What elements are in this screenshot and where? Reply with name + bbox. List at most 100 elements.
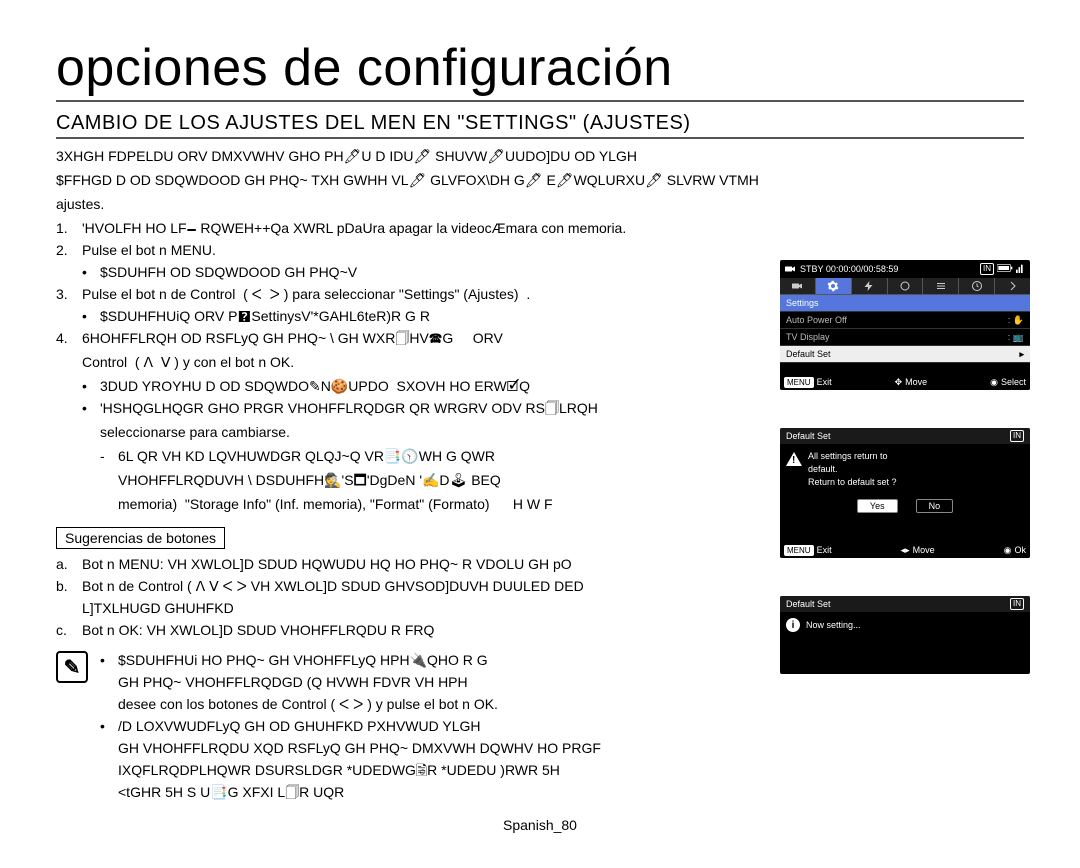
section-subtitle: CAMBIO DE LOS AJUSTES DEL MEN EN "SETTIN… — [56, 112, 1024, 139]
move-icon: ✥ — [895, 377, 903, 388]
info-text: Now setting... — [806, 620, 861, 630]
camera-screen-default-set-confirm: Default Set IN All settings return to de… — [780, 428, 1030, 558]
screen1-footer: MENU Exit ✥ Move ◉ Select — [780, 374, 1030, 390]
bullet: • — [100, 715, 118, 737]
screen2-titlebar: Default Set IN — [780, 428, 1030, 444]
screen1-status: STBY 00:00:00/00:58:59 — [800, 264, 898, 274]
suggestion-b: b. Bot n de Control ( ᐱ ᐯ ᐸ ᐳ VH XWLOL]D… — [56, 575, 1024, 597]
bullet: • — [82, 397, 100, 419]
screen1-row-tv-display[interactable]: TV Display : 📺 — [780, 329, 1030, 346]
page-title: opciones de configuración — [56, 38, 1024, 102]
step-text: Pulse el bot n MENU. — [82, 239, 1024, 261]
tab-right-arrow-icon[interactable] — [995, 278, 1030, 294]
camera-screen-now-setting: Default Set IN i Now setting... — [780, 596, 1030, 674]
note-2b: GH VHOHFFLRQDU XQD RSFLyQ GH PHQ~ DMXVWH… — [100, 737, 601, 759]
row-label: TV Display — [786, 332, 830, 342]
footer-exit[interactable]: MENU Exit — [784, 545, 832, 556]
bullet: • — [82, 261, 100, 283]
move-label: Move — [905, 377, 927, 387]
step-4-bullet-2: • 'HSHQGLHQGR GHO PRGR VHOHFFLRQDGR QR W… — [56, 397, 1024, 419]
sug-letter: a. — [56, 553, 82, 575]
bullet: • — [82, 375, 100, 397]
screen2-footer: MENU Exit ◂▸ Move ◉ Ok — [780, 542, 1030, 558]
intro-line-1: 3XHGH FDPELDU ORV DMXVWHV GHO PH🖊U D IDU… — [56, 145, 1024, 167]
note-list: • $SDUHFHUi HO PHQ~ GH VHOHFFLyQ HPH🔌QHO… — [100, 649, 601, 803]
move-label: Move — [913, 545, 935, 555]
screen1-tabs[interactable] — [780, 278, 1030, 295]
screen3-info: i Now setting... — [780, 612, 1030, 638]
note-2d: <tGHR 5H S U📑G XFXI L🗍R UQR — [100, 781, 601, 803]
info-icon: i — [786, 618, 800, 632]
note-icon: ✎ — [56, 651, 88, 683]
step-number: 4. — [56, 327, 82, 349]
note-1: • $SDUHFHUi HO PHQ~ GH VHOHFFLyQ HPH🔌QHO… — [100, 649, 601, 671]
sug-letter — [56, 597, 82, 619]
screen1-heading-label: Settings — [786, 298, 819, 308]
screen2-warning: All settings return to default. Return t… — [780, 444, 1030, 495]
intro-line-2: $FFHGD D OD SDQWDOOD GH PHQ~ TXH GWHH VL… — [56, 169, 1024, 191]
screen3-title: Default Set — [786, 599, 831, 609]
screen1-topbar: STBY 00:00:00/00:58:59 IN — [780, 260, 1030, 278]
camera-icon — [784, 263, 796, 275]
in-icon: IN — [1010, 598, 1024, 610]
select-label: Select — [1001, 377, 1026, 387]
select-icon: ◉ — [990, 377, 998, 388]
tab-0-icon[interactable] — [888, 278, 924, 294]
warn-line-2: default. — [808, 463, 897, 476]
warning-icon — [786, 452, 802, 466]
tab-gear-icon[interactable] — [816, 278, 852, 294]
page: opciones de configuración CAMBIO DE LOS … — [0, 0, 1080, 868]
ok-label: Ok — [1014, 545, 1026, 555]
bullet-text: 'HSHQGLHQGR GHO PRGR VHOHFFLRQDGR QR WRG… — [100, 397, 1024, 419]
suggestions-title: Sugerencias de botones — [56, 527, 225, 549]
camera-screen-settings: STBY 00:00:00/00:58:59 IN Settings Auto … — [780, 260, 1030, 390]
page-footer: Spanish_80 — [56, 817, 1024, 833]
footer-move[interactable]: ✥ Move — [895, 377, 928, 388]
tab-clock-icon[interactable] — [959, 278, 995, 294]
sug-letter: b. — [56, 575, 82, 597]
screen1-row-auto-power-off[interactable]: Auto Power Off : ✋ — [780, 312, 1030, 329]
footer-move[interactable]: ◂▸ Move — [901, 545, 935, 556]
screen2-yesno: Yes No — [780, 495, 1030, 519]
in-icon: IN — [1010, 430, 1024, 442]
note-2c: IXQFLRQDPLHQWR DSURSLDGR *UDEDWG🗟R *UDED… — [100, 759, 601, 781]
note-text: <tGHR 5H S U📑G XFXI L🗍R UQR — [118, 781, 601, 803]
footer-exit[interactable]: MENU Exit — [784, 377, 832, 388]
note-text: GH VHOHFFLRQDU XQD RSFLyQ GH PHQ~ DMXVWH… — [118, 737, 601, 759]
signal-icon — [1016, 263, 1026, 273]
bullet: • — [82, 305, 100, 327]
screen2-title: Default Set — [786, 431, 831, 441]
note-1b: GH PHQ~ VHOHFFLRQDGD (Q HVWH FDVR VH HPH — [100, 671, 601, 693]
note-text: $SDUHFHUi HO PHQ~ GH VHOHFFLyQ HPH🔌QHO R… — [118, 649, 601, 671]
note-1c: desee con los botones de Control ( ᐸ ᐳ )… — [100, 693, 601, 715]
tab-camera-icon[interactable] — [780, 278, 816, 294]
arrow-icon: ▸ — [1019, 349, 1024, 360]
footer-ok[interactable]: ◉ Ok — [1004, 545, 1026, 556]
intro-line-3: ajustes. — [56, 193, 1024, 215]
note-text: IXQFLRQDPLHQWR DSURSLDGR *UDEDWG🗟R *UDED… — [118, 759, 601, 781]
no-button[interactable]: No — [916, 499, 954, 513]
exit-label: Exit — [817, 545, 832, 555]
move-icon: ◂▸ — [901, 545, 910, 556]
tab-slider-icon[interactable] — [923, 278, 959, 294]
row-label: Default Set — [786, 349, 831, 359]
step-2: 2. Pulse el bot n MENU. — [56, 239, 1024, 261]
step-number: 2. — [56, 239, 82, 261]
menu-pill: MENU — [784, 545, 814, 556]
row-label: Auto Power Off — [786, 315, 847, 325]
tab-lightning-icon[interactable] — [852, 278, 888, 294]
step-1: 1. 'HVOLFH HO LF🗕 RQWEH++Qa XWRL pDaUra … — [56, 217, 1024, 239]
note-2: • /D LOXVWUDFLyQ GH OD GHUHFKD PXHVWUD Y… — [100, 715, 601, 737]
in-icon: IN — [980, 263, 994, 275]
menu-pill: MENU — [784, 377, 814, 388]
yes-button[interactable]: Yes — [857, 499, 898, 513]
step-number: 3. — [56, 283, 82, 305]
dash: - — [100, 445, 118, 467]
step-text: 'HVOLFH HO LF🗕 RQWEH++Qa XWRL pDaUra apa… — [82, 217, 1024, 239]
note-text: GH PHQ~ VHOHFFLRQDGD (Q HVWH FDVR VH HPH — [118, 671, 601, 693]
hand-icon: : ✋ — [1008, 315, 1024, 326]
note-text: desee con los botones de Control ( ᐸ ᐳ )… — [118, 693, 601, 715]
footer-select[interactable]: ◉ Select — [990, 377, 1026, 388]
screen1-row-default-set[interactable]: Default Set ▸ — [780, 346, 1030, 363]
exit-label: Exit — [817, 377, 832, 387]
